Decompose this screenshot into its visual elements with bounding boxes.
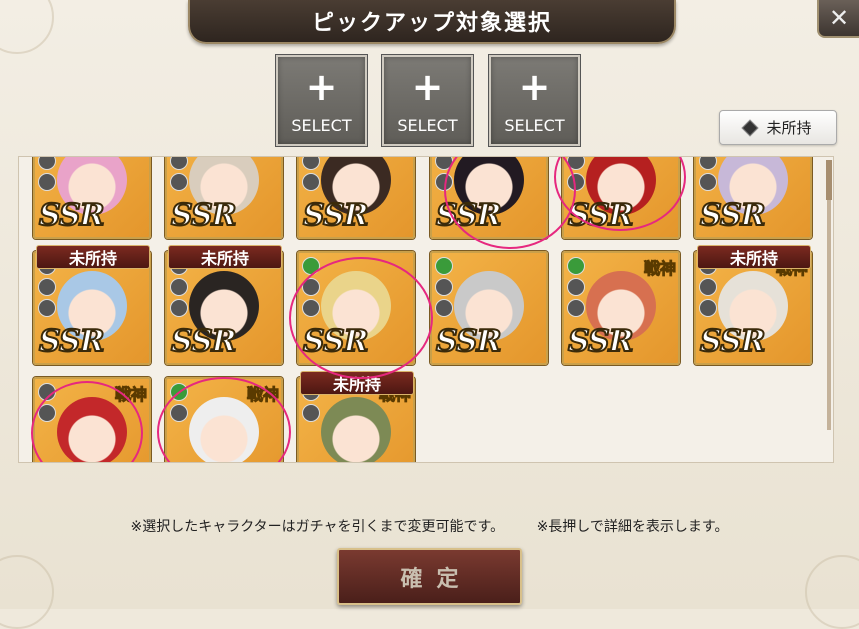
character-card[interactable]: SSR (33, 157, 151, 239)
plus-icon: + (518, 65, 551, 109)
weapon-icon (170, 173, 188, 191)
weapon-icon (38, 299, 56, 317)
select-slot-label: SELECT (397, 116, 458, 135)
select-slot-2[interactable]: + SELECT (382, 55, 473, 146)
god-badge: 戦神 (643, 259, 676, 279)
character-card[interactable]: SSR (694, 157, 812, 239)
weapon-icon (435, 299, 453, 317)
select-slot-label: SELECT (291, 116, 352, 135)
weapon-icon (302, 173, 320, 191)
select-slot-1[interactable]: + SELECT (276, 55, 367, 146)
plus-icon: + (411, 65, 444, 109)
weapon-icon (699, 157, 717, 170)
weapon-icon (38, 173, 56, 191)
scrollbar-thumb[interactable] (826, 160, 832, 200)
unowned-filter-button[interactable]: 未所持 (719, 110, 837, 145)
attribute-icons (699, 157, 717, 194)
rarity-label: SSR (302, 197, 370, 234)
unowned-tag: 未所持 (697, 245, 811, 269)
rarity-label: SSR (435, 323, 503, 360)
highlight-circle (289, 257, 433, 379)
attribute-icons (170, 157, 188, 194)
weapon-icon (699, 173, 717, 191)
confirm-button[interactable]: 確定 (337, 548, 522, 605)
close-button[interactable]: ✕ (817, 0, 859, 38)
dialog-title: ピックアップ対象選択 (188, 0, 676, 44)
character-card[interactable]: SSR (297, 157, 415, 239)
weapon-icon (699, 299, 717, 317)
weapon-icon (38, 157, 56, 170)
rarity-label: SSR (699, 323, 767, 360)
rarity-label: SSR (38, 197, 106, 234)
weapon-icon (170, 278, 188, 296)
character-grid: SSR SSR SSR SSR SSR SSR SSR 未所持 SSR 未所持 SSR SSR SSR 戦… (18, 156, 834, 463)
rarity-label: SSR (699, 197, 767, 234)
rarity-label: SSR (38, 323, 106, 360)
diamond-icon (741, 119, 759, 136)
select-slot-label: SELECT (504, 116, 565, 135)
close-icon: ✕ (828, 4, 850, 32)
element-icon (435, 257, 453, 275)
weapon-icon (567, 299, 585, 317)
rarity-label: SSR (170, 197, 238, 234)
unowned-tag: 未所持 (168, 245, 282, 269)
unowned-tag: 未所持 (36, 245, 150, 269)
weapon-icon (170, 299, 188, 317)
filter-label: 未所持 (766, 119, 812, 137)
weapon-icon (302, 404, 320, 422)
element-icon (567, 257, 585, 275)
weapon-icon (435, 278, 453, 296)
character-card[interactable]: SSR (430, 251, 548, 365)
rarity-label: SSR (567, 323, 635, 360)
select-slot-3[interactable]: + SELECT (489, 55, 580, 146)
character-card[interactable]: SSR (165, 157, 283, 239)
corner-ornament (0, 0, 54, 54)
rarity-label: SSR (170, 323, 238, 360)
corner-ornament (805, 555, 859, 629)
scrollbar-track[interactable] (827, 200, 831, 430)
note-text: ※選択したキャラクターはガチャを引くまで変更可能です。 (130, 519, 505, 535)
note-text: ※長押しで詳細を表示します。 (536, 519, 729, 535)
attribute-icons (567, 257, 585, 320)
notes: ※選択したキャラクターはガチャを引くまで変更可能です。 ※長押しで詳細を表示しま… (0, 516, 859, 536)
weapon-icon (170, 157, 188, 170)
corner-ornament (0, 555, 54, 629)
attribute-icons (435, 257, 453, 320)
weapon-icon (38, 278, 56, 296)
character-portrait (321, 397, 391, 462)
weapon-icon (302, 157, 320, 170)
character-card[interactable]: SSR 戦神 (562, 251, 680, 365)
attribute-icons (302, 157, 320, 194)
weapon-icon (699, 278, 717, 296)
plus-icon: + (305, 65, 338, 109)
attribute-icons (38, 157, 56, 194)
weapon-icon (567, 278, 585, 296)
